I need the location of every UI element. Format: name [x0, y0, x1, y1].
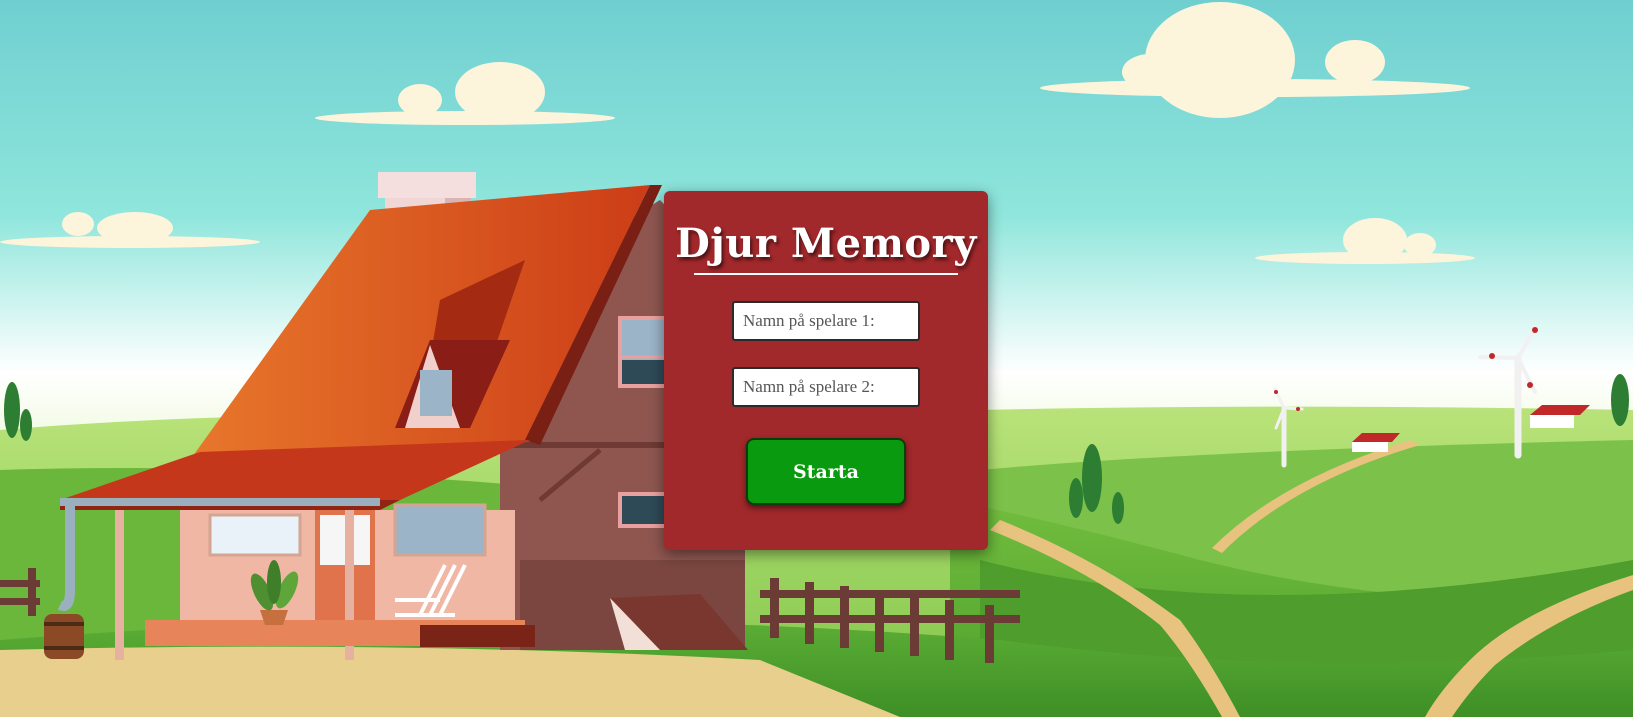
player1-name-input[interactable]: [732, 301, 920, 341]
start-button[interactable]: Starta: [746, 438, 906, 505]
barrel: [44, 614, 84, 659]
player2-name-input[interactable]: [732, 367, 920, 407]
title-underline: [694, 273, 958, 275]
login-card: Djur Memory Starta: [664, 191, 988, 550]
game-title: Djur Memory: [675, 220, 977, 267]
